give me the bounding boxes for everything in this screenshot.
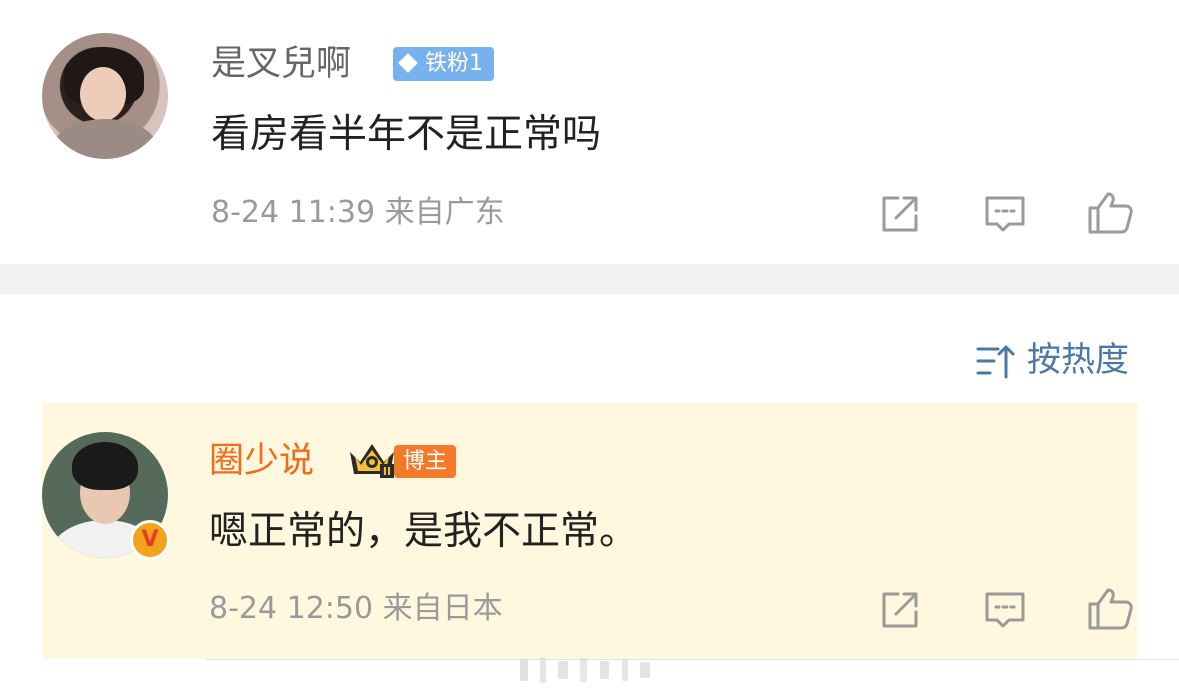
- like-icon[interactable]: [1086, 584, 1134, 632]
- crown-icon: II: [350, 444, 394, 478]
- username[interactable]: 是叉兒啊: [211, 40, 351, 88]
- avatar-hair: [72, 442, 138, 490]
- avatar[interactable]: [42, 33, 168, 159]
- section-divider: [0, 264, 1179, 294]
- avatar-body: [52, 119, 158, 159]
- fan-badge-label: 铁粉1: [425, 51, 483, 76]
- username[interactable]: 圈少说: [209, 437, 314, 485]
- verified-badge: V: [130, 520, 170, 560]
- diamond-icon: [398, 53, 418, 73]
- fan-badge[interactable]: 铁粉1: [393, 47, 494, 81]
- blogger-badge[interactable]: 博主: [394, 445, 456, 478]
- share-icon[interactable]: [876, 190, 924, 238]
- sort-label: 按热度: [1027, 340, 1129, 380]
- comment-meta: 8-24 11:39 来自广东: [211, 195, 505, 230]
- svg-text:II: II: [383, 465, 391, 478]
- comment-meta: 8-24 12:50 来自日本: [209, 591, 503, 626]
- scroll-indicator: [520, 657, 650, 683]
- comment-text: 嗯正常的，是我不正常。: [209, 509, 639, 554]
- comment-icon[interactable]: [981, 586, 1029, 634]
- avatar-face: [80, 67, 126, 121]
- share-icon[interactable]: [876, 586, 924, 634]
- comment-icon[interactable]: [981, 190, 1029, 238]
- sort-icon: [976, 345, 1015, 379]
- list-divider: [206, 659, 1179, 660]
- like-icon[interactable]: [1086, 188, 1134, 236]
- comment-text: 看房看半年不是正常吗: [211, 112, 602, 157]
